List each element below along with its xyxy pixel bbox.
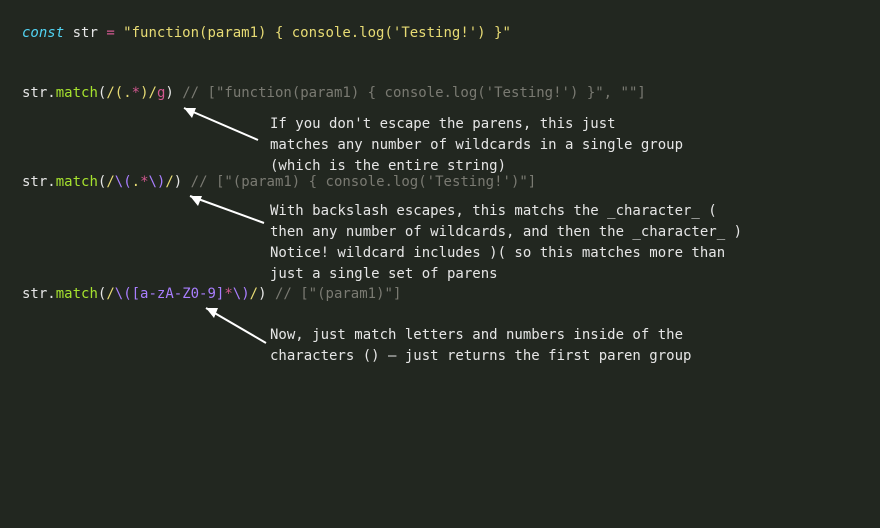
token-regex-delim: / bbox=[165, 174, 173, 190]
token-method: match bbox=[56, 85, 98, 101]
token-dot: . bbox=[47, 286, 55, 302]
token-comment: // ["(param1) { console.log('Testing!')"… bbox=[191, 174, 537, 190]
token-regex-dot: . bbox=[132, 174, 140, 190]
token-regex-dot: . bbox=[123, 85, 131, 101]
arrow-icon bbox=[162, 102, 262, 162]
code-line-ex3: str.match(/\([a-zA-Z0-9]*\)/) // ["(para… bbox=[22, 285, 858, 305]
annotation-text: Now, just match letters and numbers insi… bbox=[270, 325, 691, 367]
token-regex-delim: / bbox=[106, 286, 114, 302]
token-paren: ) bbox=[174, 174, 191, 190]
token-regex-delim: / bbox=[106, 85, 114, 101]
token-regex-star: * bbox=[224, 286, 232, 302]
token-regex-escape: \) bbox=[233, 286, 250, 302]
annotation-text: With backslash escapes, this matchs the … bbox=[270, 201, 742, 285]
token-regex-delim: / bbox=[106, 174, 114, 190]
example-block-3: str.match(/\([a-zA-Z0-9]*\)/) // ["(para… bbox=[22, 285, 858, 305]
example-block-2: str.match(/\(.*\)/) // ["(param1) { cons… bbox=[22, 173, 858, 193]
token-dot: . bbox=[47, 85, 55, 101]
token-regex-star: * bbox=[132, 85, 140, 101]
token-regex-delim: / bbox=[149, 85, 157, 101]
token-paren: ) bbox=[165, 85, 182, 101]
annotation-text: If you don't escape the parens, this jus… bbox=[270, 114, 683, 177]
token-operator: = bbox=[106, 25, 114, 41]
token-regex-delim: / bbox=[250, 286, 258, 302]
token-ident: str bbox=[22, 286, 47, 302]
token-regex-escape: \( bbox=[115, 174, 132, 190]
token-regex-star: * bbox=[140, 174, 148, 190]
example-block-1: str.match(/(.*)/g) // ["function(param1)… bbox=[22, 84, 858, 104]
token-regex-escape: \( bbox=[115, 286, 132, 302]
token-method: match bbox=[56, 286, 98, 302]
token-comment: // ["(param1)"] bbox=[275, 286, 401, 302]
token-regex-charclass: [a-zA-Z0-9] bbox=[132, 286, 225, 302]
token-ident: str bbox=[22, 174, 47, 190]
token-comment: // ["function(param1) { console.log('Tes… bbox=[182, 85, 646, 101]
arrow-icon bbox=[170, 191, 270, 241]
token-ident: str bbox=[64, 25, 106, 41]
arrow-icon bbox=[192, 303, 282, 353]
token-regex-group-close: ) bbox=[140, 85, 148, 101]
token-method: match bbox=[56, 174, 98, 190]
token-string: "function(param1) { console.log('Testing… bbox=[115, 25, 511, 41]
code-line-declaration: const str = "function(param1) { console.… bbox=[22, 24, 858, 44]
token-dot: . bbox=[47, 174, 55, 190]
code-line-ex2: str.match(/\(.*\)/) // ["(param1) { cons… bbox=[22, 173, 858, 193]
token-regex-group-open: ( bbox=[115, 85, 123, 101]
token-paren: ) bbox=[258, 286, 275, 302]
code-line-ex1: str.match(/(.*)/g) // ["function(param1)… bbox=[22, 84, 858, 104]
token-regex-escape: \) bbox=[149, 174, 166, 190]
token-ident: str bbox=[22, 85, 47, 101]
token-keyword: const bbox=[22, 25, 64, 41]
